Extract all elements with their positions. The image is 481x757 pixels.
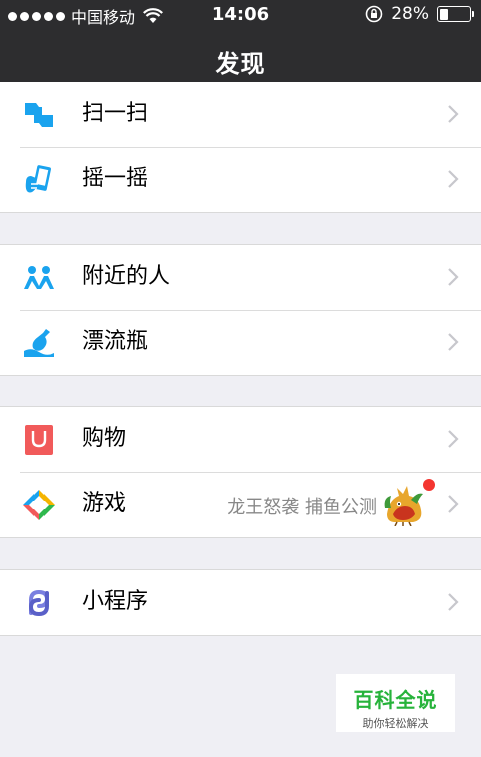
menu-item-scan[interactable]: 扫一扫	[0, 82, 481, 147]
shopping-icon	[25, 425, 53, 455]
menu-item-shopping[interactable]: 购物	[0, 407, 481, 472]
chevron-right-icon	[448, 495, 459, 513]
chevron-right-icon	[448, 430, 459, 448]
scan-icon	[25, 103, 53, 127]
group-mini-program: 小程序	[0, 569, 481, 636]
chevron-right-icon	[448, 593, 459, 611]
battery-level	[439, 8, 448, 20]
chevron-right-icon	[448, 333, 459, 351]
watermark-logo: 百科全说 助你轻松解决	[336, 674, 455, 732]
watermark-subtitle: 助你轻松解决	[362, 717, 429, 730]
battery-percentage: 28%	[391, 4, 429, 24]
group-shop-games: 购物 游戏 龙王怒袭 捕鱼公测	[0, 406, 481, 538]
menu-item-label: 游戏	[82, 491, 127, 516]
menu-item-people-nearby[interactable]: 附近的人	[0, 245, 481, 310]
people-nearby-icon	[24, 266, 54, 289]
notification-badge	[423, 479, 435, 491]
menu-item-label: 购物	[82, 426, 127, 451]
wifi-icon	[143, 8, 163, 23]
group-nearby-bottle: 附近的人 漂流瓶	[0, 244, 481, 376]
game-promo-text: 龙王怒袭 捕鱼公测	[227, 497, 377, 518]
drift-bottle-icon	[24, 329, 54, 357]
games-icon	[23, 490, 55, 520]
menu-item-label: 小程序	[82, 589, 149, 614]
chevron-right-icon	[448, 170, 459, 188]
chevron-right-icon	[448, 268, 459, 286]
chevron-right-icon	[448, 105, 459, 123]
carrier-name: 中国移动	[71, 8, 136, 27]
menu-item-mini-program[interactable]: 小程序	[0, 570, 481, 635]
menu-item-label: 漂流瓶	[82, 329, 149, 354]
menu-item-label: 扫一扫	[82, 101, 149, 126]
menu-item-drift-bottle[interactable]: 漂流瓶	[0, 310, 481, 375]
mini-program-icon	[28, 589, 50, 617]
group-scan-shake: 扫一扫 摇一摇	[0, 82, 481, 213]
menu-item-shake[interactable]: 摇一摇	[0, 147, 481, 212]
menu-item-games[interactable]: 游戏 龙王怒袭 捕鱼公测	[0, 472, 481, 537]
page-title: 发现	[215, 50, 266, 78]
dragon-game-thumbnail	[384, 486, 423, 526]
menu-item-label: 摇一摇	[82, 166, 149, 191]
rotation-lock-icon	[365, 5, 383, 23]
watermark-title: 百科全说	[353, 688, 438, 712]
menu-item-label: 附近的人	[82, 264, 171, 289]
battery-icon	[437, 6, 474, 22]
shake-icon	[25, 165, 51, 193]
status-bar: 中国移动 14:06 28%	[0, 0, 481, 30]
signal-strength-icon	[8, 11, 65, 21]
